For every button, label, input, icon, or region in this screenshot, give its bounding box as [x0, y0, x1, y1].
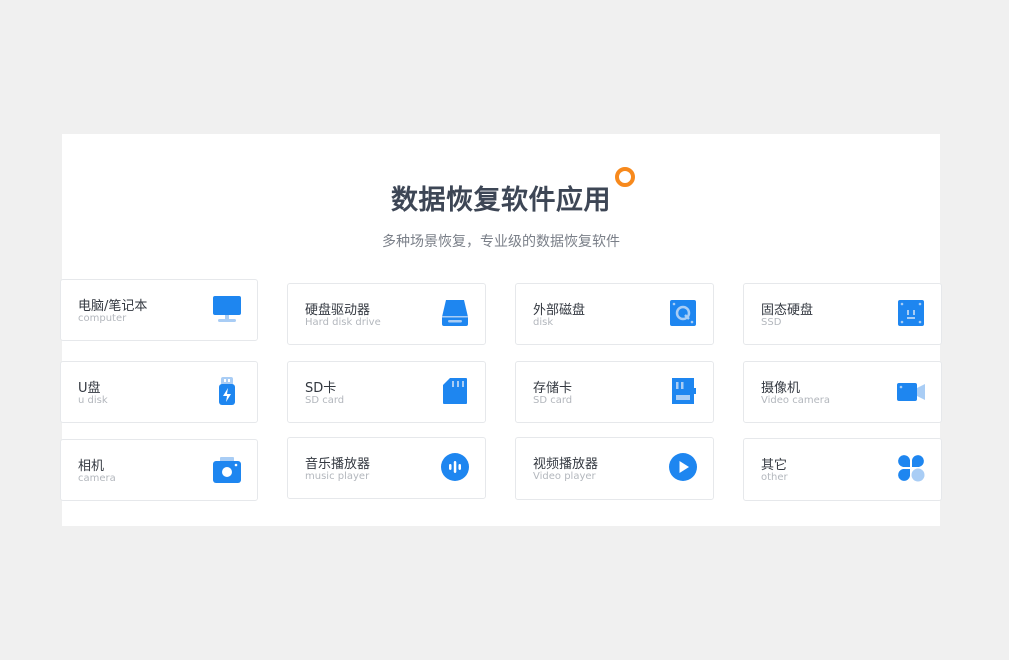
card-video-camera[interactable]: 摄像机 Video camera	[743, 361, 942, 423]
recovery-apps-panel: 数据恢复软件应用 多种场景恢复，专业级的数据恢复软件 电脑/笔记本 comput…	[60, 134, 942, 526]
card-subtitle: SD card	[533, 395, 573, 406]
card-subtitle: Video player	[533, 471, 596, 482]
card-subtitle: disk	[533, 317, 554, 328]
video-camera-icon	[895, 375, 927, 407]
card-subtitle: SD card	[305, 395, 345, 406]
card-subtitle: music player	[305, 471, 370, 482]
card-title: 其它	[761, 458, 788, 473]
card-title: U盘	[78, 381, 101, 396]
card-subtitle: u disk	[78, 395, 108, 406]
card-title: 存储卡	[533, 381, 573, 396]
other-icon	[895, 452, 927, 484]
card-subtitle: other	[761, 472, 788, 483]
section-subtitle: 多种场景恢复，专业级的数据恢复软件	[382, 234, 620, 250]
card-other[interactable]: 其它 other	[743, 438, 942, 501]
card-memory-card[interactable]: 存储卡 SD card	[515, 361, 714, 423]
card-title: 电脑/笔记本	[78, 299, 148, 314]
card-subtitle: SSD	[761, 317, 782, 328]
card-sd[interactable]: SD卡 SD card	[287, 361, 486, 423]
card-video-player[interactable]: 视频播放器 Video player	[515, 437, 714, 500]
card-subtitle: camera	[78, 473, 116, 484]
card-title: 音乐播放器	[305, 457, 371, 472]
card-subtitle: computer	[78, 313, 127, 324]
monitor-icon	[211, 293, 243, 325]
card-subtitle: Hard disk drive	[305, 317, 381, 328]
video-player-icon	[667, 451, 699, 483]
card-title: 外部磁盘	[533, 303, 586, 318]
card-external-disk[interactable]: 外部磁盘 disk	[515, 283, 714, 345]
card-ssd[interactable]: 固态硬盘 SSD	[743, 283, 942, 345]
sd-card-icon	[439, 375, 471, 407]
decorative-ring-icon	[615, 167, 635, 187]
ssd-icon	[895, 297, 927, 329]
memory-card-icon	[667, 375, 699, 407]
card-computer[interactable]: 电脑/笔记本 computer	[60, 279, 258, 341]
card-usb[interactable]: U盘 u disk	[60, 361, 258, 423]
card-hard-disk[interactable]: 硬盘驱动器 Hard disk drive	[287, 283, 486, 345]
card-title: 硬盘驱动器	[305, 303, 371, 318]
section-title: 数据恢复软件应用	[391, 185, 611, 216]
card-title: SD卡	[305, 381, 337, 396]
music-player-icon	[439, 451, 471, 483]
card-title: 视频播放器	[533, 457, 599, 472]
usb-drive-icon	[211, 375, 243, 407]
hard-drive-icon	[439, 297, 471, 329]
card-music-player[interactable]: 音乐播放器 music player	[287, 437, 486, 499]
card-title: 相机	[78, 459, 105, 474]
external-disk-icon	[667, 297, 699, 329]
card-subtitle: Video camera	[761, 395, 830, 406]
card-title: 摄像机	[761, 381, 801, 396]
card-camera[interactable]: 相机 camera	[60, 439, 258, 501]
camera-icon	[211, 453, 243, 485]
card-title: 固态硬盘	[761, 303, 814, 318]
